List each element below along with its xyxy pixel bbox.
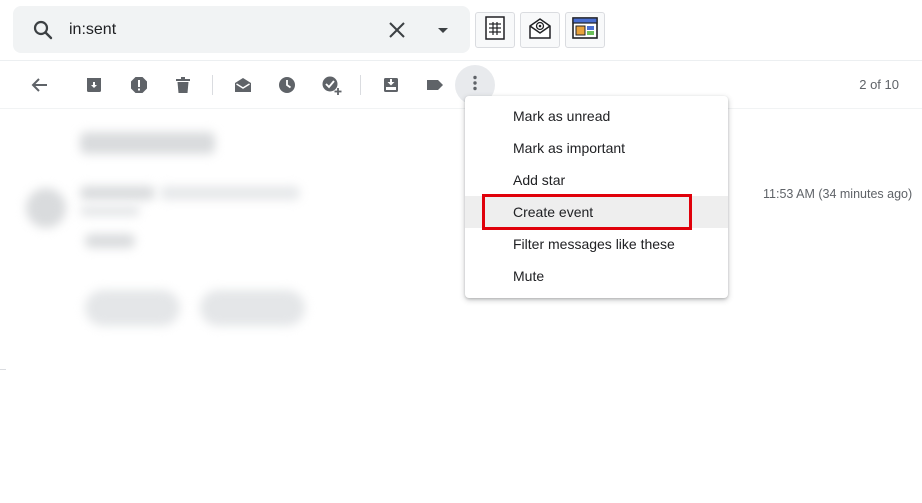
close-icon[interactable] xyxy=(385,18,409,42)
menu-item-mute[interactable]: Mute xyxy=(465,260,728,292)
header-divider xyxy=(0,60,922,61)
spreadsheet-addon-button[interactable] xyxy=(475,12,515,48)
blurred-body xyxy=(85,234,135,248)
blurred-sender-email xyxy=(160,186,300,200)
more-vert-icon xyxy=(465,73,485,98)
back-arrow-icon[interactable] xyxy=(27,72,53,98)
edge-divider xyxy=(0,369,6,370)
move-to-icon[interactable] xyxy=(378,72,404,98)
blurred-sender xyxy=(80,186,155,200)
search-bar xyxy=(13,6,470,53)
toolbar-divider xyxy=(0,108,922,109)
toolbar-separator xyxy=(360,75,361,95)
menu-item-mark-unread[interactable]: Mark as unread xyxy=(465,100,728,132)
blurred-reply-button xyxy=(85,290,180,326)
mail-addon-button[interactable] xyxy=(520,12,560,48)
delete-icon[interactable] xyxy=(170,72,196,98)
blurred-forward-button xyxy=(200,290,305,326)
report-spam-icon[interactable] xyxy=(126,72,152,98)
menu-item-add-star[interactable]: Add star xyxy=(465,164,728,196)
blurred-avatar xyxy=(26,188,66,228)
layout-addon-button[interactable] xyxy=(565,12,605,48)
archive-icon[interactable] xyxy=(81,72,107,98)
mark-read-icon[interactable] xyxy=(230,72,256,98)
snooze-icon[interactable] xyxy=(274,72,300,98)
window-layout-icon xyxy=(571,16,599,45)
add-task-icon[interactable] xyxy=(318,72,344,98)
blurred-recipient xyxy=(80,206,140,216)
more-options-menu: Mark as unread Mark as important Add sta… xyxy=(465,96,728,298)
search-input[interactable] xyxy=(69,16,369,44)
label-icon[interactable] xyxy=(422,72,448,98)
message-timestamp: 11:53 AM (34 minutes ago) xyxy=(763,187,913,201)
blurred-subject xyxy=(80,132,215,154)
menu-item-mark-important[interactable]: Mark as important xyxy=(465,132,728,164)
menu-item-create-event[interactable]: Create event xyxy=(465,196,728,228)
toolbar-separator xyxy=(212,75,213,95)
menu-item-filter-messages[interactable]: Filter messages like these xyxy=(465,228,728,260)
search-icon[interactable] xyxy=(31,18,55,42)
spreadsheet-icon xyxy=(483,15,507,46)
pagination-count: 2 of 10 xyxy=(859,77,899,92)
caret-down-icon[interactable] xyxy=(431,18,455,42)
mail-at-icon xyxy=(527,15,553,46)
